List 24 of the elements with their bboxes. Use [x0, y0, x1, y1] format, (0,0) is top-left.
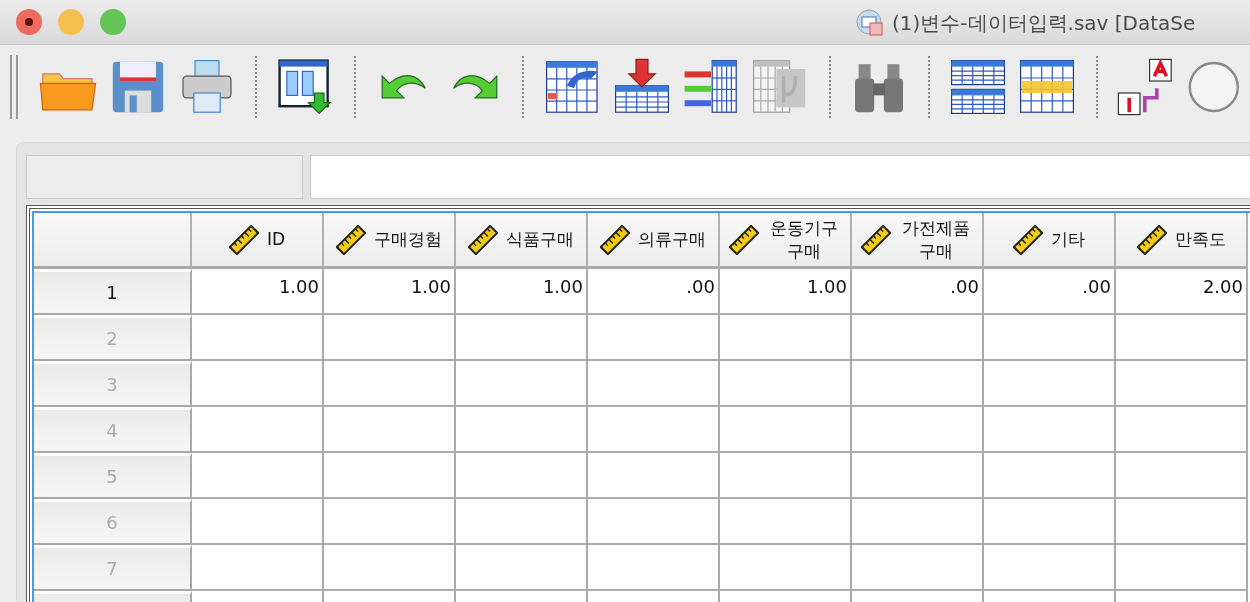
table-cell: 1.00	[324, 269, 456, 315]
corner-header[interactable]	[34, 213, 192, 269]
column-header[interactable]: 가전제품 구매	[852, 213, 984, 269]
table-cell: .00	[588, 269, 720, 315]
column-header[interactable]: ID	[192, 213, 324, 269]
window-title: (1)변수-데이터입력.sav [DataSe	[892, 10, 1196, 37]
column-header[interactable]: 구매경험	[324, 213, 456, 269]
cell-value-field[interactable]	[310, 155, 1250, 199]
table-cell: .00	[984, 269, 1116, 315]
column-header[interactable]: 식품구매	[456, 213, 588, 269]
row-number[interactable]: 1	[34, 269, 192, 315]
table-cell: 1.00	[720, 269, 852, 315]
close-button[interactable]	[16, 9, 42, 35]
toolbar-grip[interactable]	[10, 54, 18, 119]
column-header[interactable]: 기타	[984, 213, 1116, 269]
column-header[interactable]: 운동기구 구매	[720, 213, 852, 269]
table-cell: 2.00	[1116, 269, 1248, 315]
column-header[interactable]: 의류구매	[588, 213, 720, 269]
table-cell: .00	[852, 269, 984, 315]
table-cell: 1.00	[456, 269, 588, 315]
spreadsheet-icon	[856, 9, 884, 37]
column-header[interactable]: 만족도	[1116, 213, 1248, 269]
table-cell: 1.00	[192, 269, 324, 315]
cell-name-box[interactable]	[26, 155, 303, 199]
